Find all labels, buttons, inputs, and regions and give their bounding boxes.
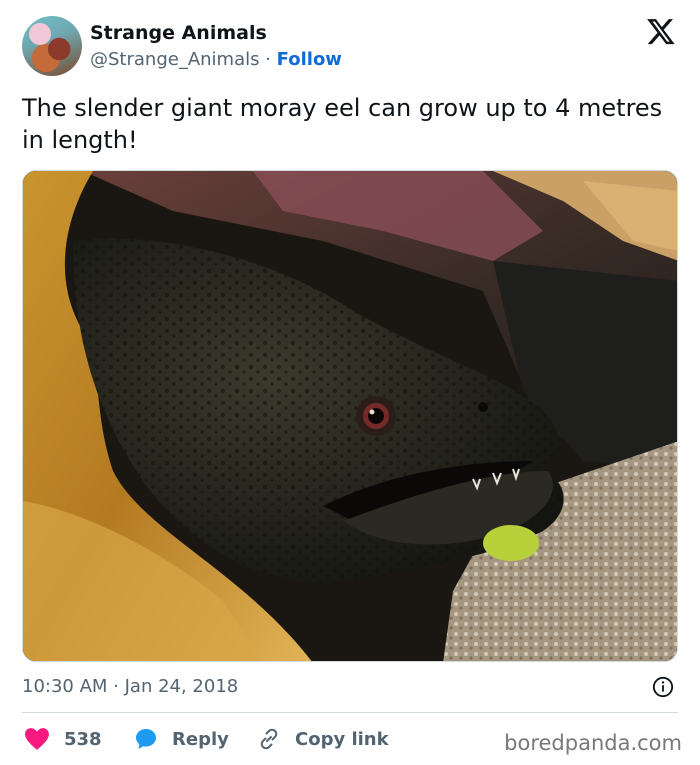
avatar[interactable] — [22, 16, 82, 76]
author-name[interactable]: Strange Animals — [90, 22, 267, 44]
like-button[interactable]: 538 — [24, 724, 102, 754]
separator: · — [259, 49, 277, 70]
follow-button[interactable]: Follow — [277, 49, 342, 70]
reply-bubble-icon — [136, 729, 156, 749]
heart-icon — [25, 728, 49, 750]
moray-eel-photo — [23, 171, 677, 661]
tweet-timestamp[interactable]: 10:30 AM · Jan 24, 2018 — [22, 676, 238, 697]
x-logo-icon[interactable] — [646, 16, 676, 46]
copy-link-button[interactable]: Copy link — [257, 724, 389, 754]
watermark: boredpanda.com — [504, 731, 682, 755]
author-handle[interactable]: @Strange_Animals — [90, 49, 260, 70]
reply-label: Reply — [172, 728, 229, 750]
info-icon[interactable] — [652, 676, 674, 698]
tweet-photo[interactable] — [22, 170, 678, 662]
link-icon — [260, 728, 278, 750]
author-line: @Strange_Animals · Follow — [90, 49, 342, 70]
divider — [22, 712, 678, 713]
tweet-header: Strange Animals @Strange_Animals · Follo… — [22, 16, 682, 78]
reply-button[interactable]: Reply — [134, 724, 229, 754]
tweet-text: The slender giant moray eel can grow up … — [22, 94, 663, 154]
copy-link-label: Copy link — [295, 728, 389, 750]
like-count: 538 — [64, 728, 102, 750]
